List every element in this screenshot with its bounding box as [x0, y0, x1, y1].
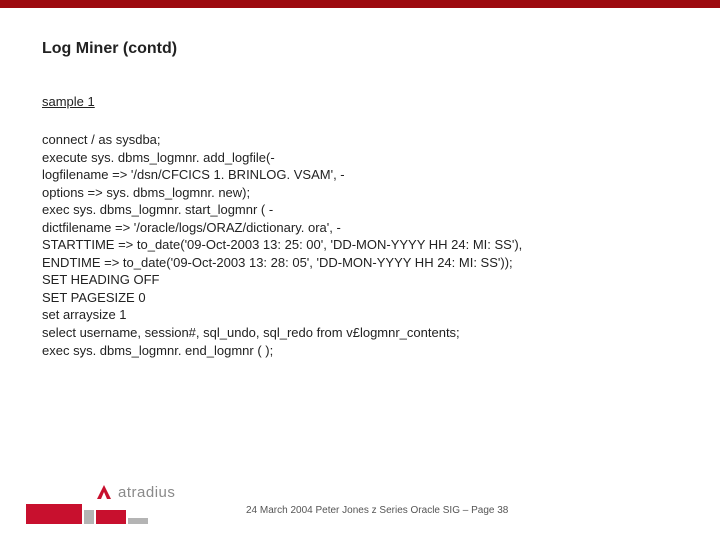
logo-icon: [94, 482, 114, 502]
code-line: STARTTIME => to_date('09-Oct-2003 13: 25…: [42, 236, 678, 254]
code-line: dictfilename => '/oracle/logs/ORAZ/dicti…: [42, 219, 678, 237]
code-line: SET PAGESIZE 0: [42, 289, 678, 307]
code-line: logfilename => '/dsn/CFCICS 1. BRINLOG. …: [42, 166, 678, 184]
top-accent-bar: [0, 0, 720, 8]
code-line: execute sys. dbms_logmnr. add_logfile(-: [42, 149, 678, 167]
code-line: select username, session#, sql_undo, sql…: [42, 324, 678, 342]
logo-text: atradius: [118, 484, 175, 501]
brand-logo: atradius: [94, 482, 175, 502]
footer-area: atradius 24 March 2004 Peter Jones z Ser…: [0, 502, 720, 524]
code-line: SET HEADING OFF: [42, 271, 678, 289]
stripe-red-1: [26, 504, 82, 524]
code-line: connect / as sysdba;: [42, 131, 678, 149]
code-line: ENDTIME => to_date('09-Oct-2003 13: 28: …: [42, 254, 678, 272]
slide-title: Log Miner (contd): [42, 40, 678, 58]
sample-label: sample 1: [42, 94, 678, 109]
code-line: exec sys. dbms_logmnr. start_logmnr ( -: [42, 201, 678, 219]
stripe-red-2: [96, 510, 126, 524]
stripe-grey-2: [128, 518, 148, 524]
footer-text: 24 March 2004 Peter Jones z Series Oracl…: [246, 505, 508, 516]
stripe-grey-1: [84, 510, 94, 524]
code-line: options => sys. dbms_logmnr. new);: [42, 184, 678, 202]
code-line: exec sys. dbms_logmnr. end_logmnr ( );: [42, 342, 678, 360]
code-line: set arraysize 1: [42, 306, 678, 324]
code-block: connect / as sysdba;execute sys. dbms_lo…: [42, 131, 678, 359]
slide-content: Log Miner (contd) sample 1 connect / as …: [0, 8, 720, 359]
